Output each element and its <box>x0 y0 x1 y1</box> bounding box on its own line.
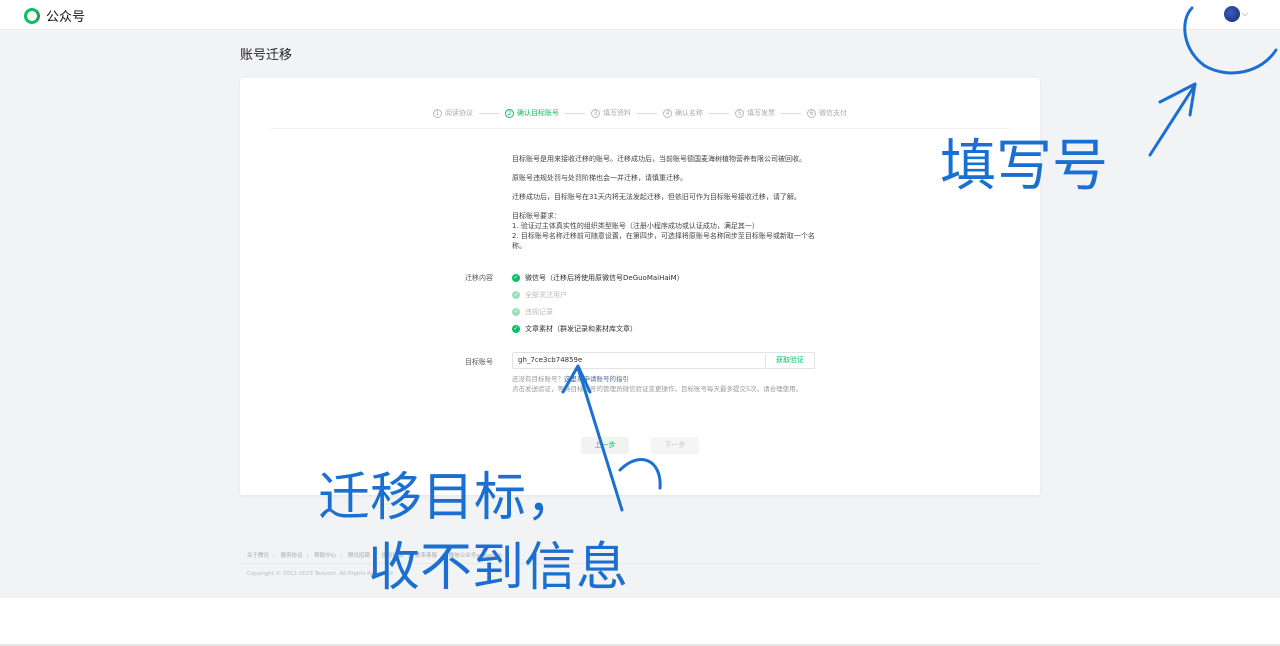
divider <box>270 128 1010 129</box>
logo[interactable]: 公众号 <box>24 6 85 25</box>
step-separator <box>565 112 585 114</box>
page-title: 账号迁移 <box>240 48 293 63</box>
step-number: 5 <box>735 108 744 118</box>
step-label: 阅读协议 <box>445 109 473 117</box>
footer-link[interactable]: 微信公众号wxlongsh <box>449 553 502 559</box>
footer-link[interactable]: 关于腾讯 <box>247 553 269 559</box>
footer: 关于腾讯 | 服务协议 | 帮助中心 | 腾讯招聘 | 侵权投诉 | 联系客服 | 微信公众… <box>247 551 506 559</box>
footer-link[interactable]: 服务协议 <box>281 553 303 559</box>
step-label: 填写发票 <box>747 109 775 117</box>
footer-divider <box>240 563 1040 564</box>
footer-link[interactable]: 联系客服 <box>415 553 437 559</box>
migration-card: 1 阅读协议 2 确认目标账号 3 填写资料 4 确认名称 5 填写发票 6 微信支付 目标… <box>240 78 1040 495</box>
desc-paragraph: 迁移成功后，目标账号在31天内将无法发起迁移，但依旧可作为目标账号接收迁移，请了… <box>512 193 801 201</box>
chevron-down-icon[interactable]: ⌵ <box>1242 9 1248 19</box>
step-separator <box>479 112 499 114</box>
step-6: 6 微信支付 <box>807 108 847 118</box>
step-label: 填写资料 <box>603 109 631 117</box>
copyright: Copyright © 2012-2023 Tencent. All Right… <box>247 571 395 577</box>
step-separator <box>781 112 801 114</box>
next-button[interactable]: 下一步 <box>651 437 699 454</box>
step-number: 6 <box>807 108 816 118</box>
requirement-item: 2. 目标账号名称迁移前可随意设置，在第四步，可选择将原账号名称同步至目标账号或… <box>512 232 815 250</box>
step-label: 确认名称 <box>675 109 703 117</box>
wechat-logo-icon <box>24 7 40 24</box>
footer-link[interactable]: 侵权投诉 <box>382 553 404 559</box>
target-account-label: 目标账号 <box>465 358 493 366</box>
step-separator <box>637 112 657 114</box>
avatar[interactable] <box>1223 6 1240 22</box>
migrate-item-label: 文章素材（群发记录和素材库文章） <box>525 324 637 333</box>
step-5: 5 填写发票 <box>735 108 775 118</box>
hint-text: 点击发送验证，等待目标账号的管理员微信验证变更操作。目标账号每天最多提交5次，请… <box>512 385 803 393</box>
target-hint: 还没有目标账号？这里有申请账号的指引 点击发送验证，等待目标账号的管理员微信验证… <box>512 374 817 394</box>
migrate-item-articles: ✓ 文章素材（群发记录和素材库文章） <box>512 320 684 337</box>
migrate-item-violations: ✓ 违规记录 <box>512 303 684 320</box>
hint-text: 还没有目标账号？ <box>512 375 564 383</box>
check-icon: ✓ <box>512 324 520 333</box>
step-number: 4 <box>663 108 672 118</box>
migrate-item-followers: ✓ 全部关注用户 <box>512 286 684 303</box>
step-label: 微信支付 <box>819 109 847 117</box>
step-indicator: 1 阅读协议 2 确认目标账号 3 填写资料 4 确认名称 5 填写发票 6 微信支付 <box>240 108 1040 118</box>
step-label: 确认目标账号 <box>517 109 559 117</box>
step-2: 2 确认目标账号 <box>505 108 559 118</box>
step-4: 4 确认名称 <box>663 108 703 118</box>
step-separator <box>709 112 729 114</box>
footer-link[interactable]: 帮助中心 <box>314 553 336 559</box>
step-number: 2 <box>505 108 514 118</box>
target-account-input[interactable]: gh_7ce3cb74859e <box>512 352 766 369</box>
requirements-title: 目标账号要求： <box>512 212 561 220</box>
desc-paragraph: 目标账号是用来接收迁移的账号。迁移成功后，当前账号德国麦海树植物营养有限公司被回… <box>512 155 806 163</box>
step-number: 3 <box>591 108 600 118</box>
step-3: 3 填写资料 <box>591 108 631 118</box>
migrate-item-label: 全部关注用户 <box>525 290 567 299</box>
account-menu[interactable]: ⌵ <box>1223 6 1248 22</box>
migrate-content-label: 迁移内容 <box>465 274 493 282</box>
top-bar: 公众号 ⌵ <box>0 0 1280 30</box>
check-icon: ✓ <box>512 307 520 316</box>
footer-links: 关于腾讯 | 服务协议 | 帮助中心 | 腾讯招聘 | 侵权投诉 | 联系客服 | 微信公众… <box>247 553 503 559</box>
footer-link[interactable]: 腾讯招聘 <box>348 553 370 559</box>
step-number: 1 <box>433 108 442 118</box>
logo-text: 公众号 <box>46 10 86 25</box>
migrate-item-label: 违规记录 <box>525 307 553 316</box>
migrate-content-list: ✓ 微信号（迁移后将使用原微信号DeGuoMaiHaiM） ✓ 全部关注用户 ✓ 违规… <box>512 269 684 337</box>
check-icon: ✓ <box>512 290 520 299</box>
requirement-item: 1. 验证过主体真实性的组织类型账号（注册小程序成功或认证成功，满足其一） <box>512 222 759 230</box>
migrate-item-label: 微信号（迁移后将使用原微信号DeGuoMaiHaiM） <box>525 273 684 282</box>
desc-paragraph: 原账号违规处罚与处罚阶梯也会一并迁移，请慎重迁移。 <box>512 174 687 182</box>
apply-guide-link[interactable]: 这里有申请账号的指引 <box>564 375 629 383</box>
check-icon: ✓ <box>512 273 520 282</box>
get-verification-button[interactable]: 获取验证 <box>766 352 815 369</box>
prev-button[interactable]: 上一步 <box>581 437 629 454</box>
migration-description: 目标账号是用来接收迁移的账号。迁移成功后，当前账号德国麦海树植物营养有限公司被回… <box>512 154 822 251</box>
page: 公众号 ⌵ 账号迁移 1 阅读协议 2 确认目标账号 3 填写资料 4 确认名称 5 填写… <box>0 0 1280 646</box>
migrate-item-wechat-id: ✓ 微信号（迁移后将使用原微信号DeGuoMaiHaiM） <box>512 269 684 286</box>
step-1: 1 阅读协议 <box>433 108 473 118</box>
